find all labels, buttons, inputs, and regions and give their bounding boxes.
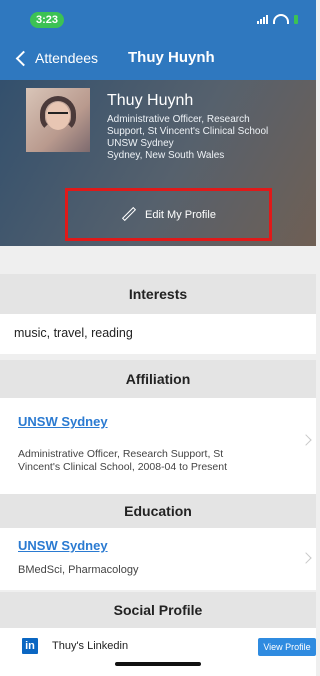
social-profile-header: Social Profile [0,592,316,628]
chevron-right-icon [300,434,312,446]
affiliation-row[interactable]: UNSW Sydney Administrative Officer, Rese… [0,398,316,494]
profile-title-line-2: Support, St Vincent's Clinical School [107,126,269,137]
chevron-left-icon [15,50,32,66]
wifi-icon [273,14,289,24]
linkedin-row: in Thuy's Linkedin View Profile [0,628,316,676]
affiliation-detail-line-1: Administrative Officer, Research Support… [18,448,224,460]
education-row[interactable]: UNSW Sydney BMedSci, Pharmacology [0,528,316,590]
home-indicator [115,662,201,666]
profile-title-line-1: Administrative Officer, Research [107,114,250,125]
pencil-icon [121,207,137,223]
affiliation-detail-line-2: Vincent's Clinical School, 2008-04 to Pr… [18,461,228,473]
profile-location: Sydney, New South Wales [107,150,225,161]
page-title: Thuy Huynh [128,49,215,66]
chevron-right-icon [300,552,312,564]
battery-icon [294,14,298,24]
education-header: Education [0,494,316,528]
affiliation-header: Affiliation [0,360,316,398]
interests-header: Interests [0,274,316,314]
education-org-link[interactable]: UNSW Sydney [18,538,108,553]
back-button[interactable]: Attendees [14,36,98,80]
profile-organization: UNSW Sydney [107,138,174,149]
linkedin-label: Thuy's Linkedin [52,640,129,652]
interests-row: music, travel, reading [0,314,316,354]
back-label: Attendees [35,50,99,66]
interests-text: music, travel, reading [14,326,133,340]
status-icons [257,14,298,24]
linkedin-icon: in [22,638,38,654]
edit-profile-button[interactable]: Edit My Profile [65,188,272,241]
profile-name: Thuy Huynh [107,92,194,109]
status-bar: 3:23 [0,0,316,36]
avatar [26,88,90,152]
nav-bar: Attendees Thuy Huynh [0,36,316,80]
signal-icon [257,14,268,24]
view-profile-button[interactable]: View Profile [258,638,316,656]
education-degree: BMedSci, Pharmacology [18,564,139,576]
affiliation-org-link[interactable]: UNSW Sydney [18,414,108,429]
status-time: 3:23 [30,12,64,28]
edit-profile-label: Edit My Profile [145,208,216,221]
